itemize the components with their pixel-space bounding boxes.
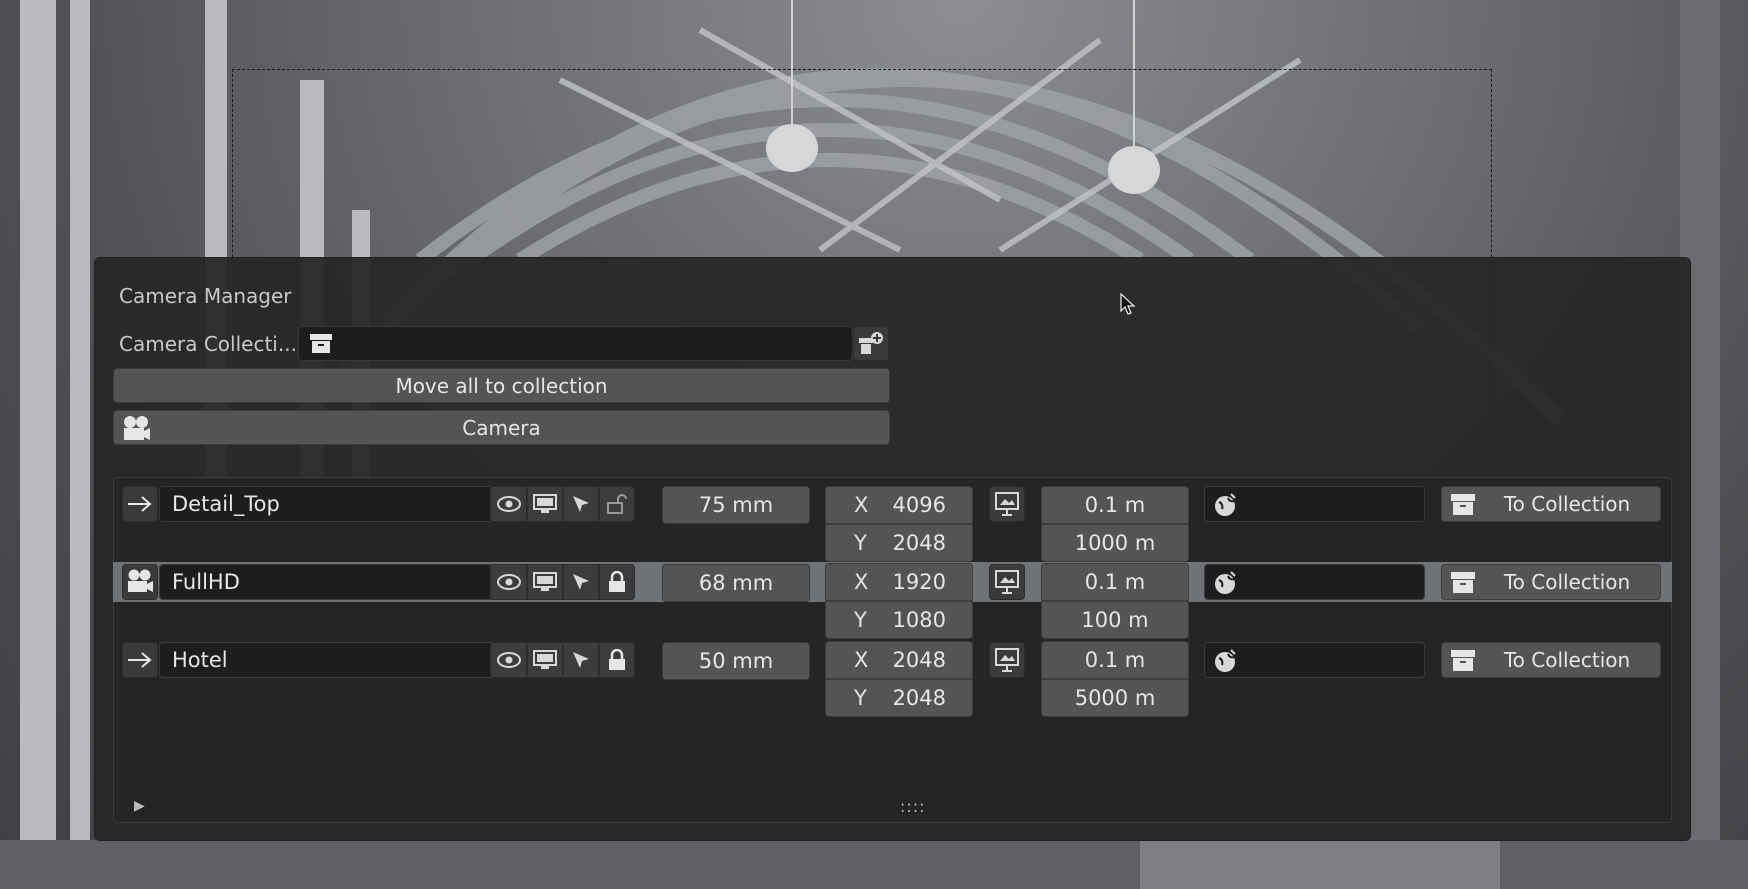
focal-length-field[interactable]: 50 mm (662, 642, 810, 680)
focal-length-field[interactable]: 68 mm (662, 564, 810, 602)
world-field[interactable] (1204, 564, 1425, 600)
clip-end-field[interactable]: 5000 m (1041, 679, 1189, 717)
focal-length-field[interactable]: 75 mm (662, 486, 810, 524)
camera-button[interactable]: Camera (113, 410, 890, 445)
lock-toggle[interactable] (599, 486, 635, 522)
set-render-resolution-button[interactable] (989, 564, 1025, 600)
select-toggle[interactable] (563, 486, 599, 522)
lock-icon (609, 649, 625, 670)
x-axis-label: X (854, 493, 869, 517)
select-toggle[interactable] (563, 564, 599, 600)
resolution-x-value: 4096 (892, 493, 946, 517)
clip-start-field[interactable]: 0.1 m (1041, 563, 1189, 601)
clip-end-field[interactable]: 1000 m (1041, 524, 1189, 562)
collection-box-icon (1450, 571, 1476, 600)
world-field[interactable] (1204, 486, 1425, 522)
unlocked-icon (607, 494, 627, 514)
clip-start-field[interactable]: 0.1 m (1041, 641, 1189, 679)
camera-collection-label: Camera Collecti... (119, 332, 297, 356)
lock-toggle[interactable] (599, 642, 635, 678)
monitor-icon (533, 494, 557, 513)
resolution-y-value: 2048 (892, 531, 946, 555)
new-collection-icon (859, 331, 883, 354)
set-render-resolution-button[interactable] (989, 642, 1025, 678)
eye-icon (497, 574, 521, 590)
lock-icon (609, 571, 625, 592)
y-axis-label: Y (854, 686, 867, 710)
x-axis-label: X (854, 570, 869, 594)
visibility-toggle[interactable] (491, 486, 527, 522)
select-toggle[interactable] (563, 642, 599, 678)
camera-icon (128, 569, 153, 592)
visibility-toggle[interactable] (491, 642, 527, 678)
cursor-arrow-icon (573, 496, 589, 512)
to-collection-button[interactable]: To Collection (1441, 564, 1661, 600)
camera-collection-field[interactable] (298, 326, 853, 361)
world-globe-icon (1213, 492, 1239, 522)
world-globe-icon (1213, 648, 1239, 678)
resolution-y-field[interactable]: Y 1080 (825, 601, 973, 639)
collection-box-icon (1450, 493, 1476, 522)
x-axis-label: X (854, 648, 869, 672)
resolution-x-value: 2048 (892, 648, 946, 672)
resolution-x-field[interactable]: X 1920 (825, 563, 973, 601)
resolution-y-value: 2048 (892, 686, 946, 710)
render-toggle[interactable] (527, 564, 563, 600)
resolution-x-field[interactable]: X 4096 (825, 486, 973, 524)
render-display-icon (995, 492, 1019, 516)
world-globe-icon (1213, 570, 1239, 600)
set-active-camera-button[interactable] (122, 642, 158, 678)
arrow-right-icon (128, 496, 152, 512)
to-collection-label: To Collection (1503, 492, 1631, 516)
render-toggle[interactable] (527, 486, 563, 522)
render-display-icon (995, 648, 1019, 672)
camera-name-field[interactable]: Detail_Top (159, 486, 491, 522)
render-toggle[interactable] (527, 642, 563, 678)
set-active-camera-button[interactable] (122, 564, 158, 600)
set-render-resolution-button[interactable] (989, 486, 1025, 522)
resolution-y-field[interactable]: Y 2048 (825, 679, 973, 717)
new-collection-button[interactable] (853, 326, 889, 361)
monitor-icon (533, 650, 557, 669)
to-collection-label: To Collection (1503, 570, 1631, 594)
resolution-y-value: 1080 (892, 608, 946, 632)
camera-button-label: Camera (462, 415, 541, 440)
to-collection-button[interactable]: To Collection (1441, 486, 1661, 522)
camera-name-field[interactable]: Hotel (159, 642, 491, 678)
eye-icon (497, 652, 521, 668)
eye-icon (497, 496, 521, 512)
cursor-arrow-icon (573, 652, 589, 668)
world-field[interactable] (1204, 642, 1425, 678)
to-collection-button[interactable]: To Collection (1441, 642, 1661, 678)
lock-toggle[interactable] (599, 564, 635, 600)
visibility-toggle[interactable] (491, 564, 527, 600)
to-collection-label: To Collection (1503, 648, 1631, 672)
camera-icon (120, 414, 152, 449)
clip-start-field[interactable]: 0.1 m (1041, 486, 1189, 524)
resolution-x-field[interactable]: X 2048 (825, 641, 973, 679)
arrow-right-icon (128, 652, 152, 668)
camera-name-field[interactable]: FullHD (159, 564, 491, 600)
y-axis-label: Y (854, 608, 867, 632)
list-options-expand-toggle[interactable]: ▶ (134, 798, 145, 814)
clip-end-field[interactable]: 100 m (1041, 601, 1189, 639)
set-active-camera-button[interactable] (122, 486, 158, 522)
move-all-to-collection-button[interactable]: Move all to collection (113, 368, 890, 403)
collection-box-icon (1450, 649, 1476, 678)
cursor-arrow-icon (573, 574, 589, 590)
resolution-y-field[interactable]: Y 2048 (825, 524, 973, 562)
collection-box-icon (309, 333, 333, 359)
list-resize-grip[interactable]: :::: (900, 797, 926, 816)
resolution-x-value: 1920 (892, 570, 946, 594)
render-display-icon (995, 570, 1019, 594)
panel-title: Camera Manager (119, 284, 292, 308)
monitor-icon (533, 572, 557, 591)
y-axis-label: Y (854, 531, 867, 555)
